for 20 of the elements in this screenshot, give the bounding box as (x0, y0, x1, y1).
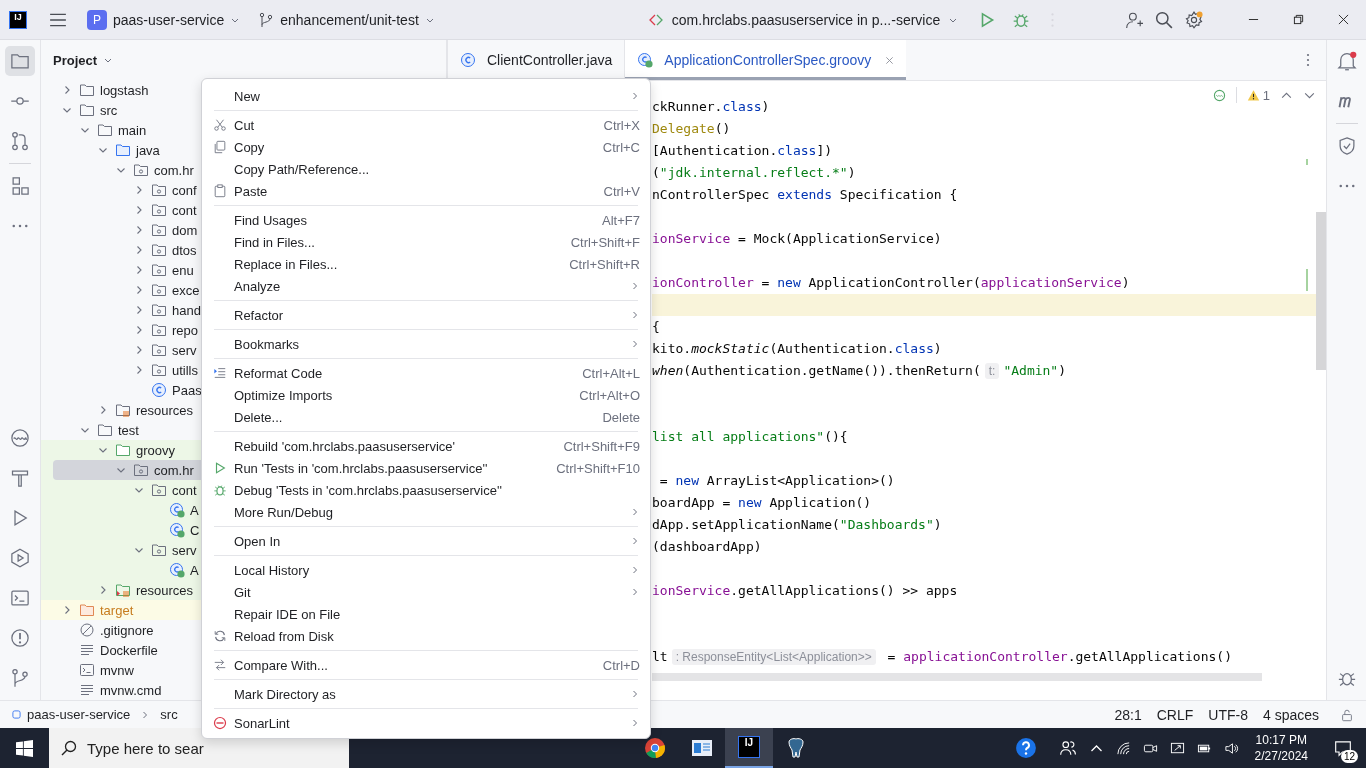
code-line: ionService.getAllApplications() >> apps (652, 582, 959, 600)
code-line: list all applications"(){ (652, 428, 849, 446)
code-line: { (652, 318, 661, 336)
code-line: Delegate() (652, 120, 732, 138)
date-text: 2/27/2024 (1254, 748, 1308, 764)
code-line: ionService = Mock(ApplicationService) (652, 230, 943, 248)
code-line: [Authentication.class]) (652, 142, 834, 160)
code-line: boardApp = new Application() (652, 494, 873, 512)
code-line: lt : ResponseEntity<List<Application>> = applicationController.getAllApplications() (652, 648, 1233, 667)
code-line: when(Authentication.getName()).thenReturn( t: "Admin") (652, 362, 1068, 381)
code-line: = new ArrayList<Application>() (658, 472, 896, 490)
time-text: 10:17 PM (1255, 732, 1307, 748)
code-line: dApp.setApplicationName("Dashboards") (652, 516, 943, 534)
code-line: kito.mockStatic(Authentication.class) (652, 340, 943, 358)
code-line: ionController = new ApplicationController(applicationService) (652, 274, 1131, 292)
code-line: ("jdk.internal.reflect.*") (652, 164, 857, 182)
notification-count: 12 (1340, 750, 1358, 763)
code-line: nControllerSpec extends Specification { (652, 186, 959, 204)
code-line: (dashboardApp) (652, 538, 763, 556)
code-line: ckRunner.class) (652, 98, 771, 116)
